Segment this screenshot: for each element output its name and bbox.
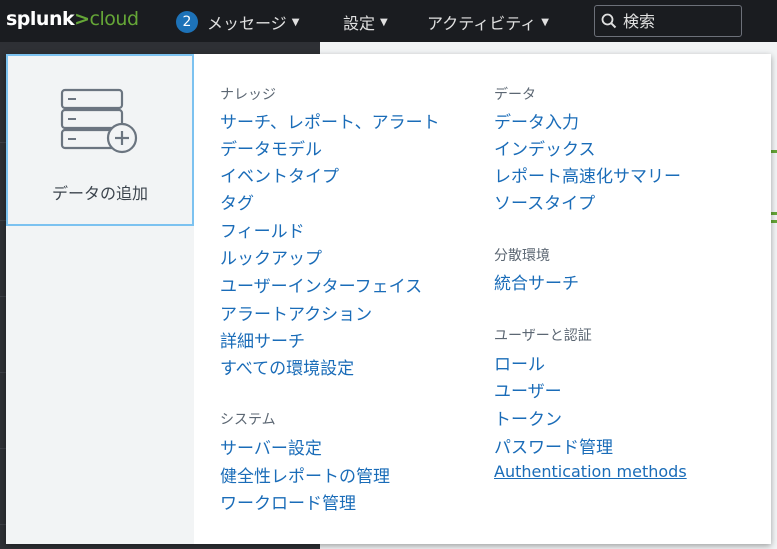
logo-text-gt: > xyxy=(74,8,90,30)
activity-label: アクティビティ xyxy=(427,14,537,33)
menu-link-advanced-search[interactable]: 詳細サーチ xyxy=(220,327,305,352)
menu-link-server-settings[interactable]: サーバー設定 xyxy=(220,434,322,459)
activity-menu[interactable]: アクティビティ ▼ xyxy=(427,10,549,34)
menu-link-password-management[interactable]: パスワード管理 xyxy=(494,433,613,458)
menu-link-users[interactable]: ユーザー xyxy=(494,377,562,402)
menu-link-workload-management[interactable]: ワークロード管理 xyxy=(220,489,356,514)
menu-link-searches-reports-alerts[interactable]: サーチ、レポート、アラート xyxy=(220,108,440,133)
dropdown-left-panel xyxy=(6,226,194,544)
menu-link-event-types[interactable]: イベントタイプ xyxy=(220,162,339,187)
messages-label: メッセージ xyxy=(207,14,287,33)
settings-label: 設定 xyxy=(343,14,376,33)
messages-count-badge: 2 xyxy=(176,11,198,33)
menu-link-data-inputs[interactable]: データ入力 xyxy=(494,108,579,133)
menu-link-user-interface[interactable]: ユーザーインターフェイス xyxy=(220,272,422,297)
logo-text-cloud: cloud xyxy=(89,8,139,30)
section-title-system: システム xyxy=(220,412,276,428)
section-title-users-and-authentication: ユーザーと認証 xyxy=(494,328,592,344)
add-data-label: データの追加 xyxy=(51,184,148,203)
menu-link-alert-actions[interactable]: アラートアクション xyxy=(220,300,372,325)
splunk-cloud-logo[interactable]: splunk>cloud xyxy=(6,8,139,30)
messages-menu[interactable]: 2 メッセージ ▼ xyxy=(176,10,299,34)
menu-link-source-types[interactable]: ソースタイプ xyxy=(494,189,595,214)
section-title-data: データ xyxy=(494,87,536,103)
menu-link-data-models[interactable]: データモデル xyxy=(220,135,322,160)
settings-menu[interactable]: 設定 ▼ xyxy=(343,10,388,34)
menu-link-all-configurations[interactable]: すべての環境設定 xyxy=(220,354,354,379)
search-icon xyxy=(601,13,617,29)
settings-dropdown-panel: データの追加 ナレッジ サーチ、レポート、アラート データモデル イベントタイプ… xyxy=(6,54,771,544)
menu-link-lookups[interactable]: ルックアップ xyxy=(220,244,322,269)
logo-text-main: splunk xyxy=(6,8,75,30)
add-data-button[interactable]: データの追加 xyxy=(6,54,194,226)
chevron-down-icon: ▼ xyxy=(380,16,388,28)
menu-link-tags[interactable]: タグ xyxy=(220,189,254,214)
menu-link-tokens[interactable]: トークン xyxy=(494,405,562,430)
add-data-server-icon xyxy=(60,88,138,154)
chevron-down-icon: ▼ xyxy=(541,16,549,28)
menu-link-authentication-methods[interactable]: Authentication methods xyxy=(494,462,687,481)
menu-link-federated-search[interactable]: 統合サーチ xyxy=(494,269,579,294)
menu-link-indexes[interactable]: インデックス xyxy=(494,135,596,160)
menu-link-report-acceleration-summaries[interactable]: レポート高速化サマリー xyxy=(494,162,681,187)
search-box[interactable] xyxy=(594,5,742,37)
menu-link-health-report-manager[interactable]: 健全性レポートの管理 xyxy=(220,462,390,487)
top-navigation-bar: splunk>cloud 2 メッセージ ▼ 設定 ▼ アクティビティ ▼ xyxy=(0,0,777,42)
menu-link-roles[interactable]: ロール xyxy=(494,350,545,375)
search-input[interactable] xyxy=(623,11,723,31)
chevron-down-icon: ▼ xyxy=(291,16,300,28)
menu-link-fields[interactable]: フィールド xyxy=(220,217,305,242)
section-title-distributed-environment: 分散環境 xyxy=(494,248,550,264)
section-title-knowledge: ナレッジ xyxy=(220,87,276,103)
